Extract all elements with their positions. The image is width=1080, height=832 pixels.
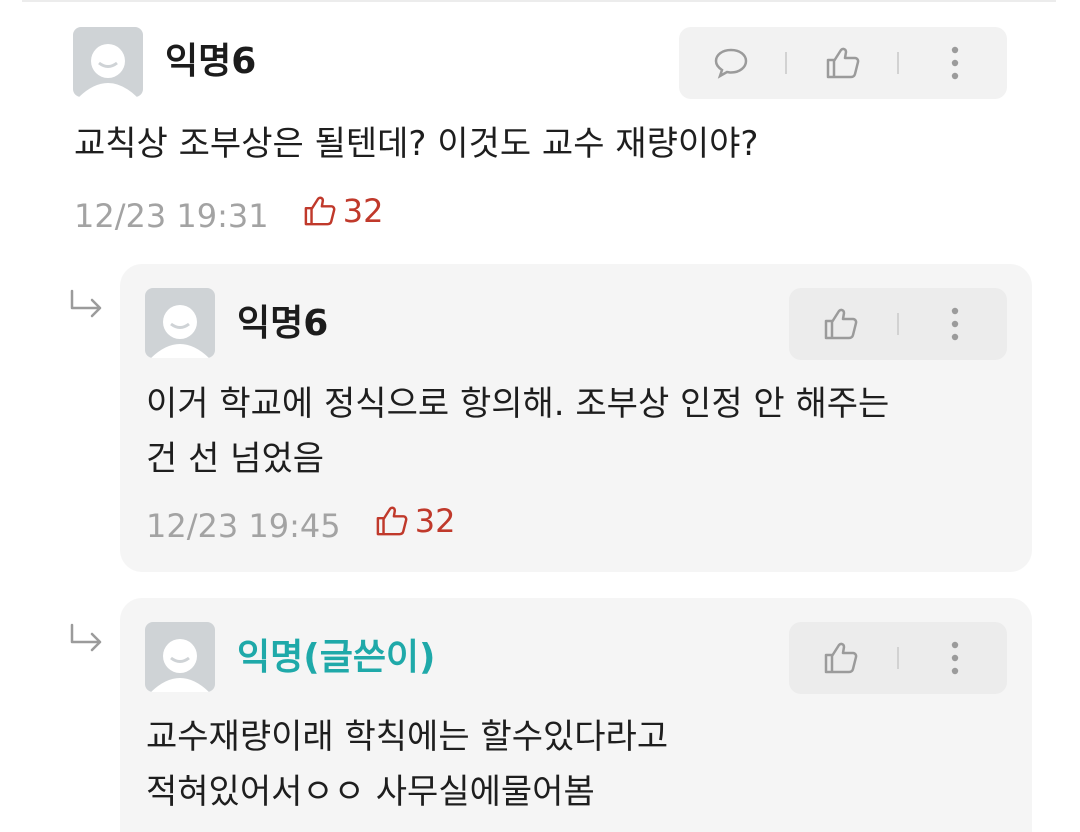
reply-body-line: 건 선 넘었음 <box>146 439 325 479</box>
like-count[interactable]: 32 <box>303 191 384 231</box>
reply-author: 익명6 <box>237 303 329 344</box>
reply-button[interactable] <box>699 27 763 99</box>
more-button[interactable] <box>923 622 987 694</box>
reply-actions <box>789 622 1007 694</box>
thumbs-up-icon <box>824 642 858 674</box>
more-vertical-icon <box>951 641 959 675</box>
thumbs-up-icon <box>304 196 336 226</box>
reply-card: 익명(글쓴이) 교수재량이래 학칙에는 할수있다라고 적혀있어서ㅇㅇ 사무실에물… <box>120 598 1032 832</box>
like-button[interactable] <box>809 622 873 694</box>
reply-body-line: 이거 학교에 정식으로 항의해. 조부상 인정 안 해주는 <box>146 384 890 424</box>
reply-actions <box>789 288 1007 360</box>
like-button[interactable] <box>809 288 873 360</box>
comment-body-line: 교칙상 조부상은 될텐데? 이것도 교수 재량이야? <box>74 124 759 164</box>
divider <box>897 647 899 669</box>
avatar-icon <box>145 288 215 358</box>
like-count-value: 32 <box>414 502 456 540</box>
divider <box>897 313 899 335</box>
comment-body: 교칙상 조부상은 될텐데? 이것도 교수 재량이야? <box>74 117 758 172</box>
like-button[interactable] <box>811 27 875 99</box>
reply-body: 이거 학교에 정식으로 항의해. 조부상 인정 안 해주는 건 선 넘었음 <box>146 377 889 487</box>
comment-actions <box>679 27 1007 99</box>
comment: 익명6 교칙상 조부상은 될텐데? 이것도 교수 재량이야? 12/23 19:… <box>0 0 1080 250</box>
comment-thread: 익명6 교칙상 조부상은 될텐데? 이것도 교수 재량이야? 12/23 19:… <box>0 0 1080 832</box>
divider <box>897 52 899 74</box>
more-button[interactable] <box>923 27 987 99</box>
reply-body-line: 교수재량이래 학칙에는 할수있다라고 <box>146 717 669 757</box>
avatar-icon <box>73 27 143 97</box>
more-vertical-icon <box>951 307 959 341</box>
speech-bubble-icon <box>714 48 748 79</box>
reply-arrow-icon <box>70 623 102 652</box>
avatar-icon <box>145 622 215 692</box>
reply-body-line: 적혀있어서ㅇㅇ 사무실에물어봄 <box>146 772 595 812</box>
reply-body: 교수재량이래 학칙에는 할수있다라고 적혀있어서ㅇㅇ 사무실에물어봄 <box>146 710 668 820</box>
like-count[interactable]: 32 <box>375 501 456 541</box>
timestamp: 12/23 19:45 <box>146 507 341 545</box>
more-vertical-icon <box>951 46 959 80</box>
reply-meta: 12/23 19:45 32 <box>146 501 456 546</box>
reply-author-writer: 익명(글쓴이) <box>237 637 436 678</box>
reply-card: 익명6 이거 학교에 정식으로 항의해. 조부상 인정 안 해주는 건 선 넘었… <box>120 264 1032 572</box>
reply-arrow-icon <box>70 289 102 318</box>
thumbs-up-icon <box>824 308 858 340</box>
thumbs-up-icon <box>376 506 408 536</box>
like-count-value: 32 <box>342 192 384 230</box>
timestamp: 12/23 19:31 <box>74 197 269 235</box>
thumbs-up-icon <box>826 47 860 79</box>
divider <box>785 52 787 74</box>
more-button[interactable] <box>923 288 987 360</box>
comment-author: 익명6 <box>165 41 257 82</box>
comment-meta: 12/23 19:31 32 <box>74 191 384 236</box>
